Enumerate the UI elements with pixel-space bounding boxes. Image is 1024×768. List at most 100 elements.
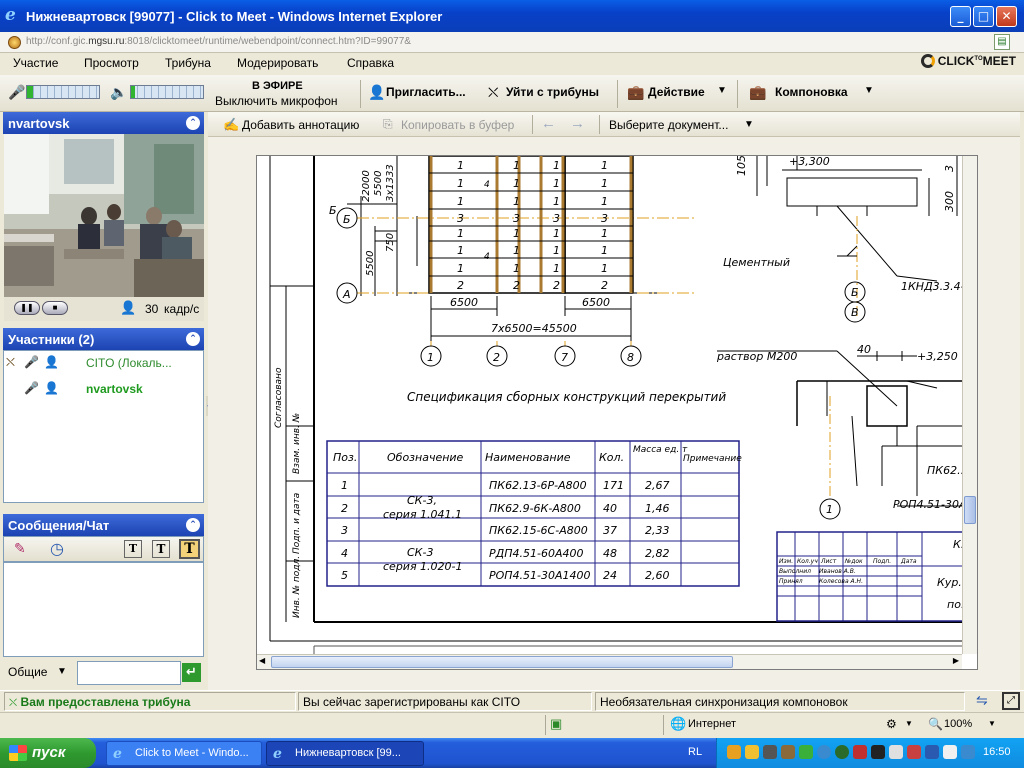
taskbar-item-nizhnevartovsk[interactable]: e Нижневартовск [99... — [266, 741, 424, 766]
cell-value: 1 — [553, 244, 560, 257]
chat-scope-select[interactable]: Общие — [8, 665, 47, 679]
chat-input[interactable] — [77, 661, 181, 685]
tribune-icon: ⛌ — [488, 84, 499, 100]
cell-value: 1 — [513, 227, 520, 240]
select-document-dropdown[interactable]: Выберите документ... — [609, 118, 728, 132]
status-tribune: ⛌ Вам предоставлена трибуна — [4, 692, 296, 711]
vertical-scrollbar[interactable] — [962, 156, 977, 654]
collapse-icon[interactable]: ⌃ — [186, 332, 200, 346]
document-viewer[interactable]: Б Б А 1 2 7 8 6500 6500 7х6500=45500 1 1… — [256, 155, 978, 670]
messenger-icon[interactable] — [817, 745, 831, 759]
webcam-icon[interactable] — [763, 745, 777, 759]
mic-off-button[interactable]: Выключить микрофон — [215, 94, 338, 108]
horizontal-scrollbar[interactable]: ◀ ▶ — [257, 654, 962, 669]
arrow-left-icon[interactable]: ← — [541, 115, 556, 132]
arrow-left-icon[interactable]: ◀ — [259, 656, 265, 665]
maximize-button[interactable]: □ — [973, 6, 994, 27]
chevron-down-icon[interactable]: ▼ — [717, 85, 727, 96]
copy-to-buffer-button[interactable]: Копировать в буфер — [401, 118, 514, 132]
text-large-icon[interactable]: T — [179, 539, 200, 559]
sync-icon[interactable] — [799, 745, 813, 759]
language-indicator[interactable]: RL — [688, 746, 702, 758]
scrollbar-thumb[interactable] — [271, 656, 733, 668]
update-icon[interactable] — [907, 745, 921, 759]
chevron-down-icon[interactable]: ▼ — [864, 85, 874, 96]
text-small-icon[interactable]: T — [124, 540, 142, 558]
dim-3x1333: 3х1333 — [385, 164, 396, 202]
table-group: серия 1.041.1 — [383, 508, 462, 521]
chevron-down-icon[interactable]: ▼ — [744, 119, 754, 130]
chat-messages[interactable] — [3, 562, 204, 657]
list-item[interactable]: ⛌ 🎤 👤 CITO (Локаль... — [4, 353, 203, 373]
table-cell: РОП4.51-30А1400 — [489, 569, 591, 582]
menu-moderate[interactable]: Модерировать — [237, 56, 318, 70]
scrollbar-thumb[interactable] — [964, 496, 976, 524]
leave-tribune-button[interactable]: Уйти с трибуны — [506, 85, 599, 99]
alert-icon[interactable] — [745, 745, 759, 759]
volume-icon[interactable] — [871, 745, 885, 759]
cell-value: 3 — [553, 212, 560, 225]
menu-tribune[interactable]: Трибуна — [165, 56, 211, 70]
chevron-down-icon[interactable]: ▼ — [905, 719, 913, 728]
microphone-icon[interactable]: 🎤 — [8, 84, 25, 100]
layout-briefcase-icon: 💼 — [749, 84, 767, 100]
text-medium-icon[interactable]: T — [152, 540, 170, 558]
send-icon[interactable]: ↵ — [182, 663, 201, 682]
clock-icon[interactable]: ◷ — [50, 539, 64, 559]
stop-icon[interactable]: ■ — [42, 301, 68, 315]
table-cell: РДП4.51-60А400 — [489, 547, 583, 560]
document-toolbar: ✍ Добавить аннотацию ⎘ Копировать в буфе… — [208, 112, 1020, 137]
titleblock-header: Изм. — [779, 558, 793, 565]
logo-text: CLICK — [937, 54, 975, 68]
add-annotation-button[interactable]: Добавить аннотацию — [242, 118, 359, 132]
address-bar[interactable]: http://conf.gic.mgsu.ru:8018/clicktomeet… — [0, 32, 1024, 53]
axis-col-7: 7 — [561, 351, 568, 364]
fullscreen-icon[interactable]: ⤢ — [1002, 692, 1020, 710]
axis-label-b: Б — [329, 204, 337, 217]
window-tray-icon[interactable] — [943, 745, 957, 759]
taskbar-item-clicktomeet[interactable]: e Click to Meet - Windo... — [106, 741, 262, 766]
page-icon[interactable]: ▤ — [994, 34, 1010, 50]
network-tray-icon[interactable] — [781, 745, 795, 759]
start-button[interactable]: пуск — [0, 738, 96, 768]
titleblock-cell: Выполнил — [779, 568, 811, 575]
invite-button[interactable]: Пригласить... — [386, 85, 466, 99]
collapse-icon[interactable]: ⌃ — [186, 518, 200, 532]
titleblock-header: Кол.уч — [797, 558, 818, 565]
pause-icon[interactable]: ❚❚ — [14, 301, 40, 315]
chevron-down-icon[interactable]: ▼ — [988, 719, 996, 728]
status-tribune-text: Вам предоставлена трибуна — [20, 695, 191, 709]
protected-mode-icon[interactable]: ⚙ — [886, 717, 897, 731]
bluetooth-icon[interactable] — [925, 745, 939, 759]
arrow-right-icon[interactable]: ▶ — [953, 656, 959, 665]
layout-menu-button[interactable]: Компоновка — [775, 85, 848, 99]
menu-participation[interactable]: Участие — [13, 56, 58, 70]
speaker-icon[interactable]: 🔈 — [110, 84, 127, 100]
title-bar[interactable]: e Нижневартовск [99077] - Click to Meet … — [0, 0, 1024, 32]
eraser-icon[interactable]: ✎ — [14, 540, 26, 557]
connection-icon[interactable] — [835, 745, 849, 759]
close-window-button[interactable]: ✕ — [996, 6, 1017, 27]
action-menu-button[interactable]: Действие — [648, 85, 705, 99]
chevron-down-icon[interactable]: ▼ — [57, 666, 67, 677]
menu-view[interactable]: Просмотр — [84, 56, 139, 70]
monitor-icon[interactable] — [961, 745, 975, 759]
dim-1050: 1050 — [735, 156, 748, 176]
collapse-icon[interactable]: ⌃ — [186, 116, 200, 130]
shield-icon[interactable] — [727, 745, 741, 759]
cell-value: 1 — [513, 195, 520, 208]
url-text[interactable]: http://conf.gic.mgsu.ru:8018/clicktomeet… — [26, 36, 411, 47]
minimize-button[interactable]: _ — [950, 6, 971, 27]
user-icon: 👤 — [120, 300, 137, 315]
menu-help[interactable]: Справка — [347, 56, 394, 70]
zoom-level[interactable]: 100% — [944, 718, 972, 730]
display-icon[interactable] — [889, 745, 903, 759]
participants-panel-header: Участники (2) ⌃ — [3, 328, 204, 350]
network-icon[interactable]: ⇋ — [976, 692, 988, 709]
list-item[interactable]: 🎤 👤 nvartovsk — [4, 379, 203, 399]
arrow-right-icon[interactable]: → — [570, 115, 585, 132]
cell-value: 1 — [457, 159, 464, 172]
antivirus-icon[interactable] — [853, 745, 867, 759]
participant-name: CITO (Локаль... — [86, 356, 172, 370]
taskbar-item-label: Нижневартовск [99... — [295, 747, 401, 759]
